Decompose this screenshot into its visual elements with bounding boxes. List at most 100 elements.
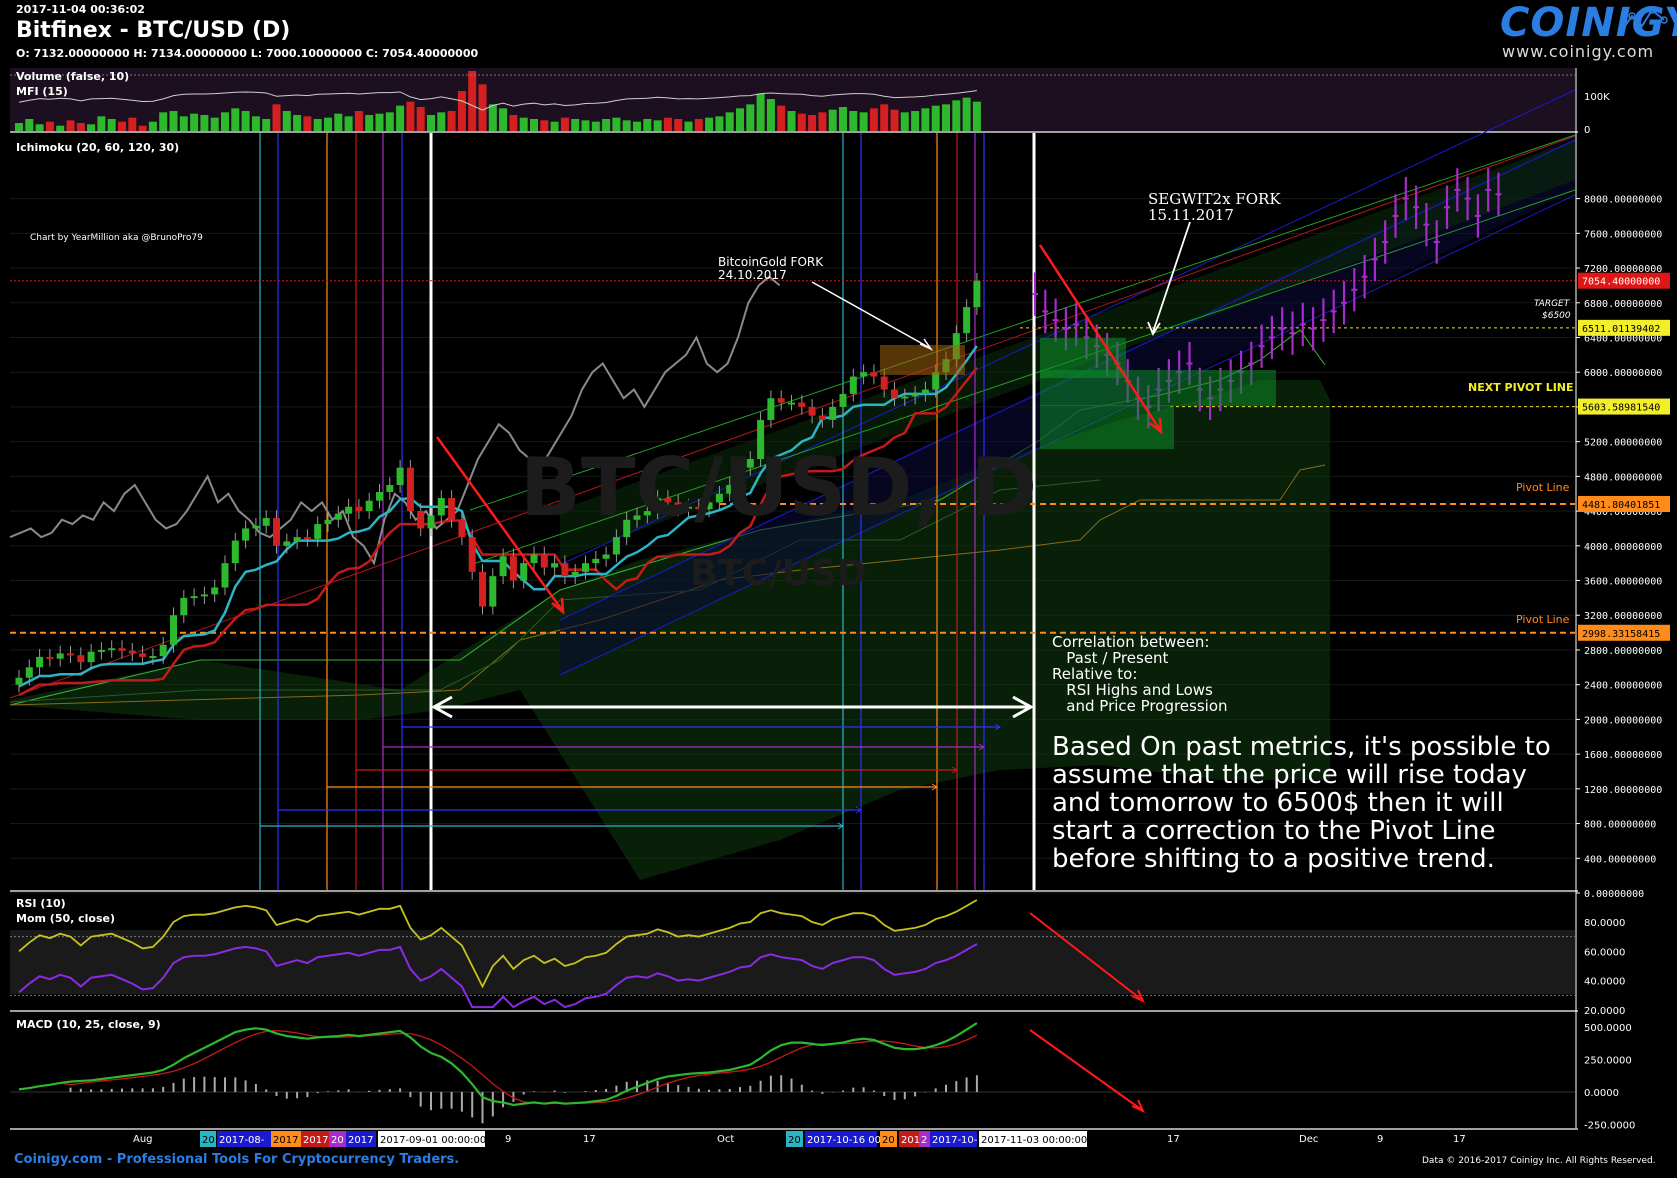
volume-bar xyxy=(457,91,466,131)
price-axis-label: 3200.00000000 xyxy=(1584,611,1662,622)
date-axis-label: 9 xyxy=(505,1134,511,1145)
volume-bar xyxy=(869,108,878,131)
candle-body xyxy=(788,402,795,405)
volume-bar xyxy=(97,116,106,131)
volume-bar xyxy=(107,119,116,131)
candle-body xyxy=(314,524,322,539)
candle-body xyxy=(612,537,620,555)
candle-body xyxy=(118,648,126,651)
volume-bar xyxy=(159,112,168,131)
analysis-note-line: and tomorrow to 6500$ then it will xyxy=(1052,788,1504,818)
chart-title: Bitfinex - BTC/USD (D) xyxy=(16,18,291,43)
ichimoku-panel-label: Ichimoku (20, 60, 120, 30) xyxy=(16,141,179,154)
volume-bar xyxy=(406,101,415,131)
candle-body xyxy=(973,280,981,308)
candle-body xyxy=(777,398,785,403)
date-axis-label: 17 xyxy=(1453,1134,1466,1145)
candle-body xyxy=(355,506,363,512)
candle-body xyxy=(262,518,270,526)
macd-panel-label: MACD (10, 25, close, 9) xyxy=(16,1018,161,1031)
volume-bar xyxy=(931,105,940,131)
candle-body xyxy=(829,406,837,420)
candle-body xyxy=(231,540,239,564)
candle-body xyxy=(437,498,445,516)
volume-bar xyxy=(972,101,981,131)
volume-bar xyxy=(499,108,508,131)
footer-tagline[interactable]: Coinigy.com - Professional Tools For Cry… xyxy=(14,1152,459,1167)
candle-body xyxy=(324,519,332,525)
pivot-line-text-high: Pivot Line xyxy=(1516,481,1570,494)
volume-bar xyxy=(251,116,260,131)
volume-bar xyxy=(756,93,765,131)
analysis-note-line: assume that the price will rise today xyxy=(1052,760,1527,790)
analysis-note-line: before shifting to a positive trend. xyxy=(1052,844,1495,874)
price-axis-label: 5200.00000000 xyxy=(1584,438,1662,449)
macd-axis-label: 500.0000 xyxy=(1584,1023,1632,1034)
candle-body xyxy=(540,554,548,568)
volume-bar xyxy=(736,108,744,131)
candle-body xyxy=(15,677,23,685)
volume-bar xyxy=(324,117,332,131)
volume-panel-label: Volume (false, 10) xyxy=(16,70,129,83)
volume-bar xyxy=(354,111,363,131)
date-axis-label: 17 xyxy=(1167,1134,1180,1145)
volume-bar xyxy=(231,108,240,131)
analysis-note-line: start a correction to the Pivot Line xyxy=(1052,816,1496,846)
volume-bar xyxy=(437,112,446,131)
volume-bar xyxy=(25,119,34,131)
candle-body xyxy=(190,596,198,599)
candle-body xyxy=(376,491,383,501)
footer-copyright: Data © 2016-2017 Coinigy Inc. All Rights… xyxy=(1422,1156,1656,1166)
volume-bar xyxy=(890,109,899,131)
price-axis-label: 2000.00000000 xyxy=(1584,715,1662,726)
volume-bar xyxy=(849,111,858,131)
highlight-zone xyxy=(880,345,965,375)
volume-bar xyxy=(334,113,343,131)
date-chip: 2017 xyxy=(303,1135,328,1146)
date-chip: 2017-11-03 00:00:00 xyxy=(981,1135,1087,1146)
price-axis-label: 400.00000000 xyxy=(1584,854,1656,865)
timestamp: 2017-11-04 00:36:02 xyxy=(16,3,145,16)
candle-body xyxy=(427,515,435,529)
volume-bar xyxy=(365,115,374,131)
rsi-axis-label: 40.0000 xyxy=(1584,977,1625,988)
date-chip: 2017-10-16 00 xyxy=(807,1135,881,1146)
price-axis-label: 7600.00000000 xyxy=(1584,229,1662,240)
volume-bar xyxy=(921,108,930,131)
candle-body xyxy=(283,541,291,546)
date-chip: 20 xyxy=(788,1135,801,1146)
volume-bar xyxy=(519,117,528,131)
volume-bar xyxy=(128,117,137,131)
volume-bar xyxy=(396,105,405,131)
candle-body xyxy=(571,571,579,577)
candle-body xyxy=(849,376,857,394)
volume-bar xyxy=(416,107,425,131)
date-chip: 2017 xyxy=(273,1135,298,1146)
macd-axis-label: -250.0000 xyxy=(1584,1121,1635,1132)
volume-bar xyxy=(169,111,178,131)
date-axis-label: Oct xyxy=(717,1134,734,1145)
date-chip: 20 xyxy=(202,1135,215,1146)
volume-bar xyxy=(221,112,229,131)
candle-body xyxy=(67,653,74,656)
candle-body xyxy=(365,500,373,512)
volume-bar xyxy=(828,109,837,131)
candle-body xyxy=(530,554,538,564)
date-chip: 2017-09-01 00:00:00 xyxy=(380,1135,486,1146)
volume-bar xyxy=(859,112,868,131)
volume-bar xyxy=(282,111,291,131)
volume-bar xyxy=(509,115,518,131)
pivot-a-price-label: 4481.80401851 xyxy=(1582,500,1660,511)
candle-body xyxy=(303,537,311,540)
target-price-label: 6511.01139402 xyxy=(1582,324,1660,335)
coinigy-url: www.coinigy.com xyxy=(1502,42,1655,61)
volume-bar xyxy=(272,104,281,131)
volume-bar xyxy=(468,71,477,131)
volume-bar xyxy=(540,120,549,131)
volume-bar xyxy=(808,115,817,131)
volume-bar xyxy=(15,123,23,131)
price-axis-label: 6800.00000000 xyxy=(1584,299,1662,310)
date-axis-label: 17 xyxy=(583,1134,596,1145)
volume-bar xyxy=(76,123,85,131)
date-axis-label: Aug xyxy=(133,1134,153,1145)
